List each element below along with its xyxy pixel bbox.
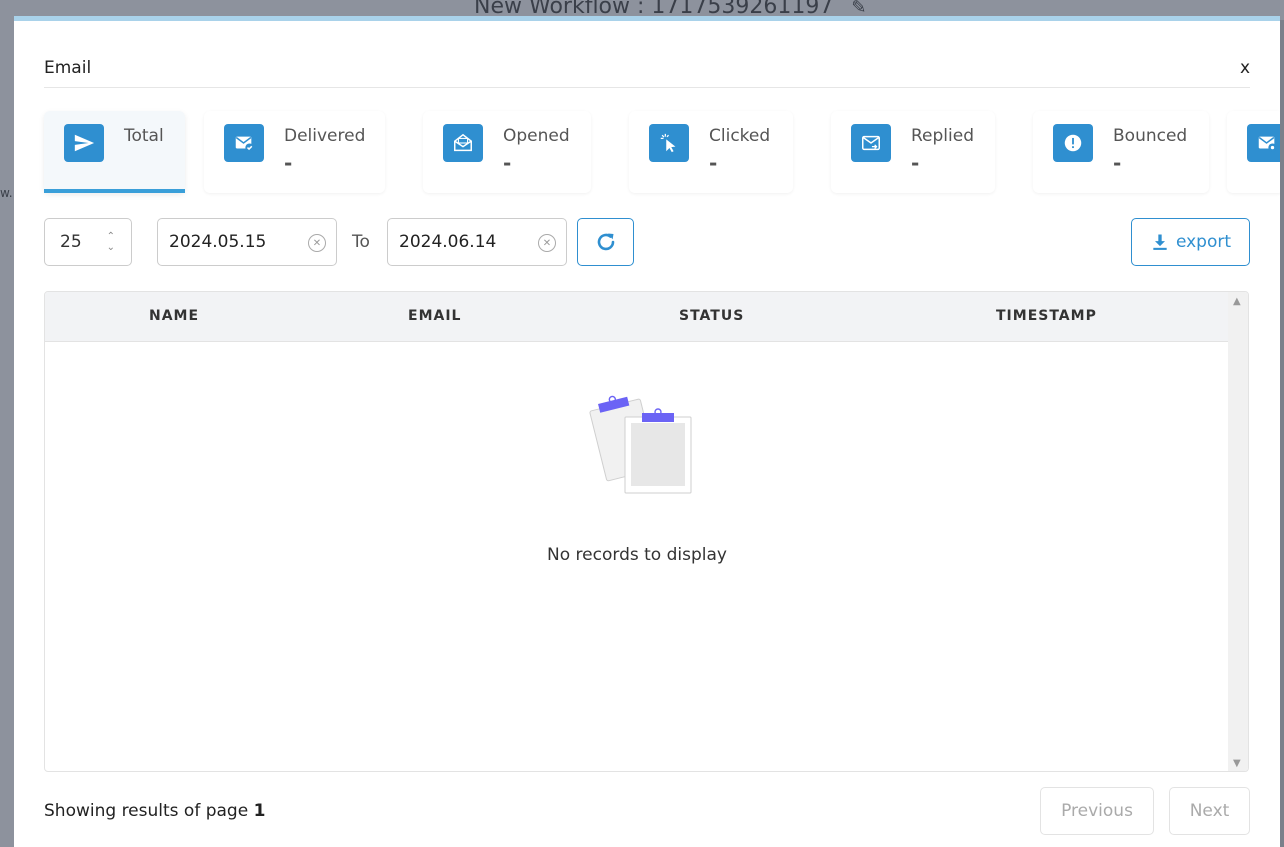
empty-state: No records to display [45,342,1229,771]
email-modal: Email x Total Delivered - Opened - Click… [14,16,1280,847]
tab-replied-count: - [911,151,920,175]
date-range-to-label: To [352,232,370,252]
alert-icon [1053,124,1093,162]
pagination-status: Showing results of page 1 [44,801,265,821]
download-icon [1153,234,1167,250]
tab-total[interactable]: Total [44,111,185,193]
mail-check-icon [224,124,264,162]
close-button[interactable]: x [1240,58,1250,78]
modal-header: Email x [44,58,1250,88]
export-label: export [1175,232,1232,252]
page-size-value: 25 [60,232,82,252]
empty-clipboard-icon [589,395,692,494]
date-from-input[interactable]: 2024.05.15 ✕ [157,218,337,266]
tab-delivered[interactable]: Delivered - [204,111,385,193]
filter-controls: 25 ⌃ ⌄ 2024.05.15 ✕ To 2024.06.14 ✕ expor… [44,218,1250,266]
tab-delivered-label: Delivered [284,126,366,146]
export-button[interactable]: export [1131,218,1250,266]
tab-opened-count: - [503,151,512,175]
modal-title: Email [44,58,92,78]
stepper-arrows-icon[interactable]: ⌃ ⌄ [107,231,115,253]
tab-clicked-count: - [709,151,718,175]
page-size-stepper[interactable]: 25 ⌃ ⌄ [44,218,132,266]
refresh-icon [597,233,614,251]
column-header-timestamp[interactable]: TIMESTAMP [996,308,1097,324]
column-header-email[interactable]: EMAIL [408,308,461,324]
tab-opened-label: Opened [503,126,570,146]
column-header-name[interactable]: NAME [149,308,199,324]
tab-clicked-label: Clicked [709,126,771,146]
mail-open-icon [443,124,483,162]
mail-settings-icon [1247,124,1280,162]
tab-opened[interactable]: Opened - [423,111,591,193]
pagination-status-prefix: Showing results of page [44,801,249,821]
empty-state-text: No records to display [547,545,727,565]
table-header: NAME EMAIL STATUS TIMESTAMP [45,292,1229,342]
scroll-down-icon[interactable]: ▼ [1233,758,1241,769]
next-page-button[interactable]: Next [1169,787,1250,835]
tab-active-indicator [44,189,185,193]
scroll-up-icon[interactable]: ▲ [1233,296,1241,307]
background-side-text: w. [0,186,13,200]
column-header-status[interactable]: STATUS [679,308,744,324]
previous-page-button[interactable]: Previous [1040,787,1154,835]
mail-reply-icon [851,124,891,162]
tab-bounced-label: Bounced [1113,126,1188,146]
tab-clicked[interactable]: Clicked - [629,111,793,193]
current-page-number: 1 [253,801,266,821]
tab-bounced[interactable]: Bounced - [1033,111,1209,193]
background-right-strip [1280,20,1284,847]
tab-total-label: Total [124,126,164,146]
refresh-button[interactable] [577,218,634,266]
date-to-value: 2024.06.14 [399,232,497,252]
send-icon [64,124,104,162]
tab-partial[interactable] [1227,111,1280,193]
date-from-value: 2024.05.15 [169,232,267,252]
clear-date-from-icon[interactable]: ✕ [308,234,326,252]
date-to-input[interactable]: 2024.06.14 ✕ [387,218,567,266]
tab-replied-label: Replied [911,126,974,146]
stats-tabs: Total Delivered - Opened - Clicked - Rep… [44,111,1280,193]
records-table: NAME EMAIL STATUS TIMESTAMP No records t… [44,291,1249,772]
tab-delivered-count: - [284,151,293,175]
pagination-footer: Showing results of page 1 Previous Next [44,787,1250,835]
table-scrollbar[interactable]: ▲ ▼ [1228,292,1248,771]
tab-replied[interactable]: Replied - [831,111,995,193]
clear-date-to-icon[interactable]: ✕ [538,234,556,252]
cursor-click-icon [649,124,689,162]
tab-bounced-count: - [1113,151,1122,175]
